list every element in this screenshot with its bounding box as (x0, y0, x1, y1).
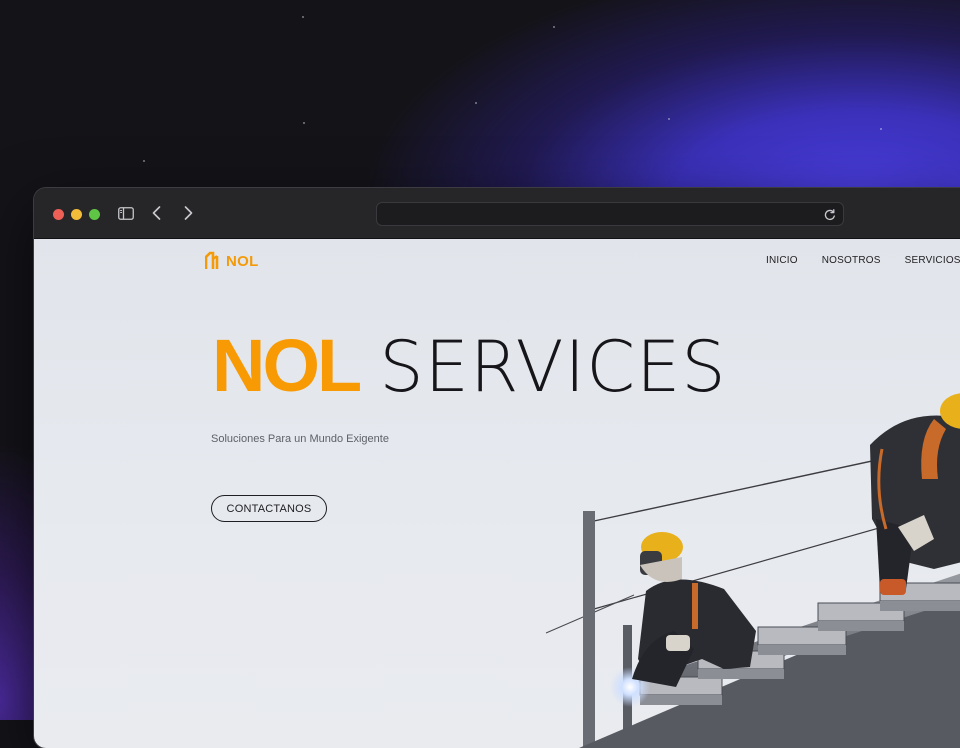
sidebar-icon[interactable] (116, 202, 136, 224)
site-logo[interactable]: NOL (205, 251, 259, 271)
contact-button[interactable]: CONTACTANOS (211, 495, 327, 522)
nav-item-servicios[interactable]: SERVICIOS (905, 255, 960, 266)
hero-title-rest: SERVICES (379, 326, 727, 408)
main-nav: INICIO NOSOTROS SERVICIOS (766, 255, 960, 266)
close-window-button[interactable] (53, 209, 64, 220)
hero-photo (545, 393, 960, 748)
hero-title-brand: NOL (212, 324, 362, 407)
maximize-window-button[interactable] (89, 209, 100, 220)
nav-item-inicio[interactable]: INICIO (766, 255, 798, 266)
logo-icon (205, 251, 219, 269)
hero-title: NOL SERVICES (212, 329, 727, 403)
back-icon[interactable] (148, 202, 164, 224)
browser-toolbar (34, 188, 960, 239)
browser-window: NOL INICIO NOSOTROS SERVICIOS NOL SERVICE… (34, 188, 960, 748)
reload-icon[interactable] (823, 207, 837, 221)
worker-climber (870, 393, 960, 595)
address-bar[interactable] (376, 202, 844, 226)
forward-icon[interactable] (180, 202, 196, 224)
hero-subtitle: Soluciones Para un Mundo Exigente (211, 433, 389, 445)
logo-text: NOL (226, 252, 259, 270)
nav-item-nosotros[interactable]: NOSOTROS (822, 255, 881, 266)
minimize-window-button[interactable] (71, 209, 82, 220)
webpage: NOL INICIO NOSOTROS SERVICIOS NOL SERVICE… (34, 239, 960, 748)
